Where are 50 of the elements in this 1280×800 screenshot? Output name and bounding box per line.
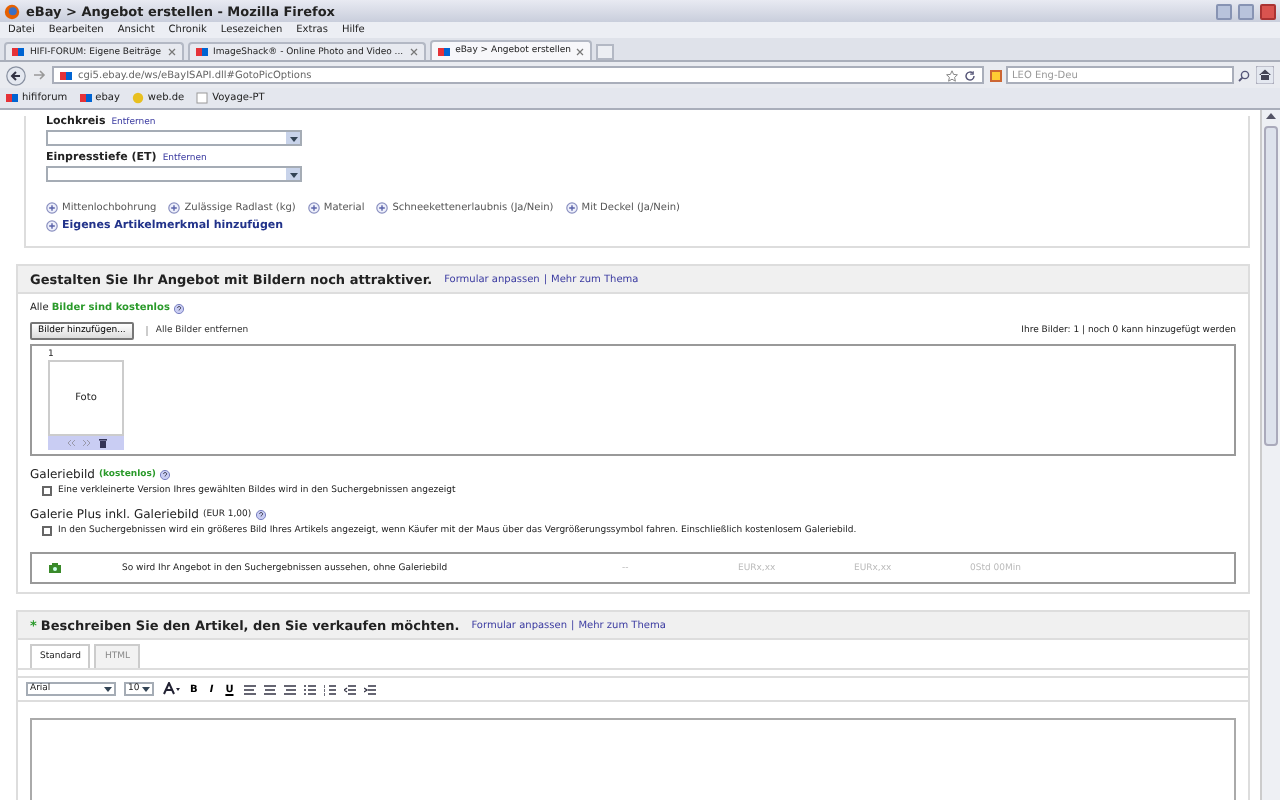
search-engine-icon[interactable] xyxy=(990,69,1002,81)
bookmark-icon xyxy=(196,92,209,104)
plus-icon[interactable] xyxy=(565,202,578,214)
reload-icon[interactable] xyxy=(964,69,976,81)
dropdown-arrow-icon xyxy=(287,133,299,143)
favicon-icon xyxy=(195,46,208,58)
align-left-icon[interactable] xyxy=(243,683,256,695)
dropdown-arrow-icon xyxy=(287,169,299,179)
close-tab-icon[interactable] xyxy=(409,48,418,56)
favicon-icon xyxy=(60,69,72,81)
dropdown-arrow-icon xyxy=(102,684,114,694)
bullet-list-icon[interactable] xyxy=(303,683,316,695)
close-tab-icon[interactable] xyxy=(576,47,585,55)
scrollbar[interactable] xyxy=(1260,110,1280,800)
plus-icon[interactable] xyxy=(376,202,389,214)
back-icon[interactable] xyxy=(6,65,26,85)
minimize-button[interactable] xyxy=(1216,3,1232,19)
help-icon[interactable] xyxy=(255,510,266,520)
font-color-icon[interactable] xyxy=(162,682,180,696)
trash-icon[interactable] xyxy=(97,438,107,448)
close-button[interactable] xyxy=(1260,3,1276,19)
search-icon[interactable] xyxy=(1238,69,1250,81)
dropdown-arrow-icon xyxy=(140,684,152,694)
home-icon[interactable] xyxy=(1256,66,1274,84)
plus-icon[interactable] xyxy=(46,202,58,214)
indent-icon[interactable] xyxy=(363,683,376,695)
star-icon[interactable] xyxy=(946,69,958,81)
help-icon[interactable] xyxy=(159,470,170,480)
bookmark-icon xyxy=(131,92,144,104)
plus-icon[interactable] xyxy=(46,220,58,232)
help-icon[interactable] xyxy=(173,303,184,313)
favicon-icon xyxy=(437,45,450,57)
favicon-icon xyxy=(12,46,24,58)
scrollbar-thumb[interactable] xyxy=(1264,126,1278,446)
dropdown-field[interactable] xyxy=(46,130,302,146)
close-tab-icon[interactable] xyxy=(167,48,176,56)
plus-icon[interactable] xyxy=(168,202,181,214)
outdent-icon[interactable] xyxy=(343,683,356,695)
bookmark-icon xyxy=(79,92,92,104)
checkbox[interactable] xyxy=(42,486,52,496)
numbered-list-icon[interactable] xyxy=(323,683,336,695)
plus-icon[interactable] xyxy=(307,202,320,214)
maximize-button[interactable] xyxy=(1238,3,1254,19)
browser-logo-icon xyxy=(4,3,20,19)
camera-icon xyxy=(48,562,62,574)
bookmark-icon xyxy=(6,92,18,104)
dropdown-field[interactable] xyxy=(46,166,302,182)
checkbox[interactable] xyxy=(42,526,52,536)
align-right-icon[interactable] xyxy=(283,683,296,695)
align-center-icon[interactable] xyxy=(263,683,276,695)
